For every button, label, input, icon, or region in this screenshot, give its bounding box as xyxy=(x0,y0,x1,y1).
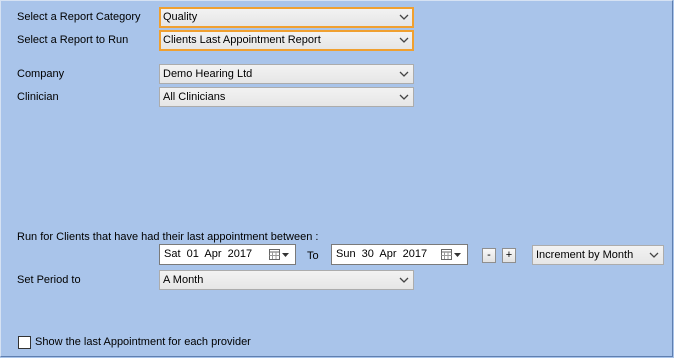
chevron-down-icon xyxy=(399,14,409,20)
period-value: A Month xyxy=(163,274,204,286)
category-select[interactable]: Quality xyxy=(159,7,414,28)
show-last-checkbox[interactable] xyxy=(18,336,31,349)
report-value: Clients Last Appointment Report xyxy=(163,34,321,46)
clinician-value: All Clinicians xyxy=(163,91,226,103)
increment-select[interactable]: Increment by Month xyxy=(532,245,664,265)
chevron-down-icon xyxy=(399,94,409,100)
company-value: Demo Hearing Ltd xyxy=(163,68,253,80)
report-panel: Select a Report Category Quality Select … xyxy=(0,0,673,357)
chevron-down-icon xyxy=(399,71,409,77)
set-period-label: Set Period to xyxy=(17,274,81,286)
chevron-down-icon xyxy=(649,252,659,258)
show-last-label[interactable]: Show the last Appointment for each provi… xyxy=(35,335,251,349)
run-for-label: Run for Clients that have had their last… xyxy=(17,231,319,243)
to-label: To xyxy=(307,250,319,262)
to-date-value: Sun 30 Apr 2017 xyxy=(336,248,428,260)
calendar-icon[interactable] xyxy=(269,248,291,261)
company-label: Company xyxy=(17,68,65,80)
category-value: Quality xyxy=(163,11,198,23)
company-select[interactable]: Demo Hearing Ltd xyxy=(159,64,414,84)
period-select[interactable]: A Month xyxy=(159,270,414,290)
from-date-picker[interactable]: Sat 01 Apr 2017 xyxy=(159,244,296,265)
increment-period-button[interactable]: + xyxy=(502,248,516,263)
report-select[interactable]: Clients Last Appointment Report xyxy=(159,30,414,51)
category-label: Select a Report Category xyxy=(17,11,141,23)
calendar-icon[interactable] xyxy=(441,248,463,261)
increment-value: Increment by Month xyxy=(536,249,634,261)
chevron-down-icon xyxy=(399,277,409,283)
clinician-select[interactable]: All Clinicians xyxy=(159,87,414,107)
to-date-picker[interactable]: Sun 30 Apr 2017 xyxy=(331,244,468,265)
chevron-down-icon xyxy=(399,37,409,43)
clinician-label: Clinician xyxy=(17,91,59,103)
decrement-period-button[interactable]: - xyxy=(482,248,496,263)
report-label: Select a Report to Run xyxy=(17,34,129,46)
from-date-value: Sat 01 Apr 2017 xyxy=(164,248,253,260)
